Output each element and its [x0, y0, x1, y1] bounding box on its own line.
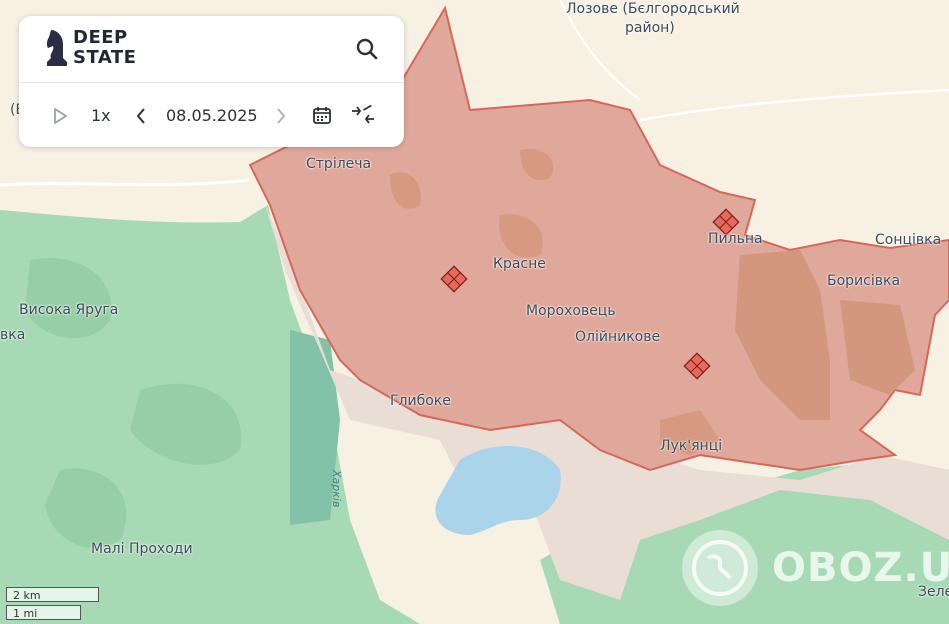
- place-label: Малі Проходи: [91, 541, 193, 557]
- globe-icon: [682, 530, 758, 606]
- river-label: Харків: [330, 470, 343, 508]
- control-panel: DEEP STATE 1x 08.05.2025: [19, 16, 404, 147]
- watermark-text: OBOZ.UA: [772, 545, 949, 591]
- play-icon[interactable]: [52, 107, 68, 125]
- place-label: Олійникове: [575, 329, 661, 345]
- chevron-right-icon[interactable]: [275, 107, 287, 125]
- place-label: Пильна: [708, 231, 763, 247]
- compress-arrows-icon[interactable]: [350, 105, 376, 125]
- divider: [19, 82, 404, 83]
- place-label: Висока Яруга: [19, 302, 119, 318]
- logo-text: STATE: [73, 47, 137, 68]
- place-label: Борисівка: [827, 273, 901, 289]
- place-label: Мороховець: [526, 303, 616, 319]
- deepstate-logo[interactable]: DEEP STATE: [45, 28, 136, 68]
- place-label: Глибоке: [390, 393, 451, 409]
- speed-button[interactable]: 1x: [91, 106, 111, 125]
- search-icon[interactable]: [356, 38, 378, 60]
- place-label: Стрілеча: [306, 156, 372, 172]
- place-label: район): [625, 20, 675, 36]
- watermark: OBOZ.UA: [680, 528, 949, 608]
- date-display[interactable]: 08.05.2025: [166, 106, 258, 125]
- scale-km: 2 km: [6, 587, 99, 602]
- scale-mi: 1 mi: [6, 605, 81, 620]
- knight-chess-icon: [46, 30, 67, 66]
- place-label: Красне: [493, 256, 546, 272]
- place-label: вка: [0, 327, 26, 343]
- calendar-icon[interactable]: [312, 105, 332, 125]
- place-label: Лозове (Бєлгородський: [566, 1, 740, 17]
- place-label: Лук'янці: [660, 438, 723, 454]
- chevron-left-icon[interactable]: [135, 107, 147, 125]
- place-label: Сонцівка: [875, 232, 942, 248]
- logo-text: DEEP: [73, 27, 128, 48]
